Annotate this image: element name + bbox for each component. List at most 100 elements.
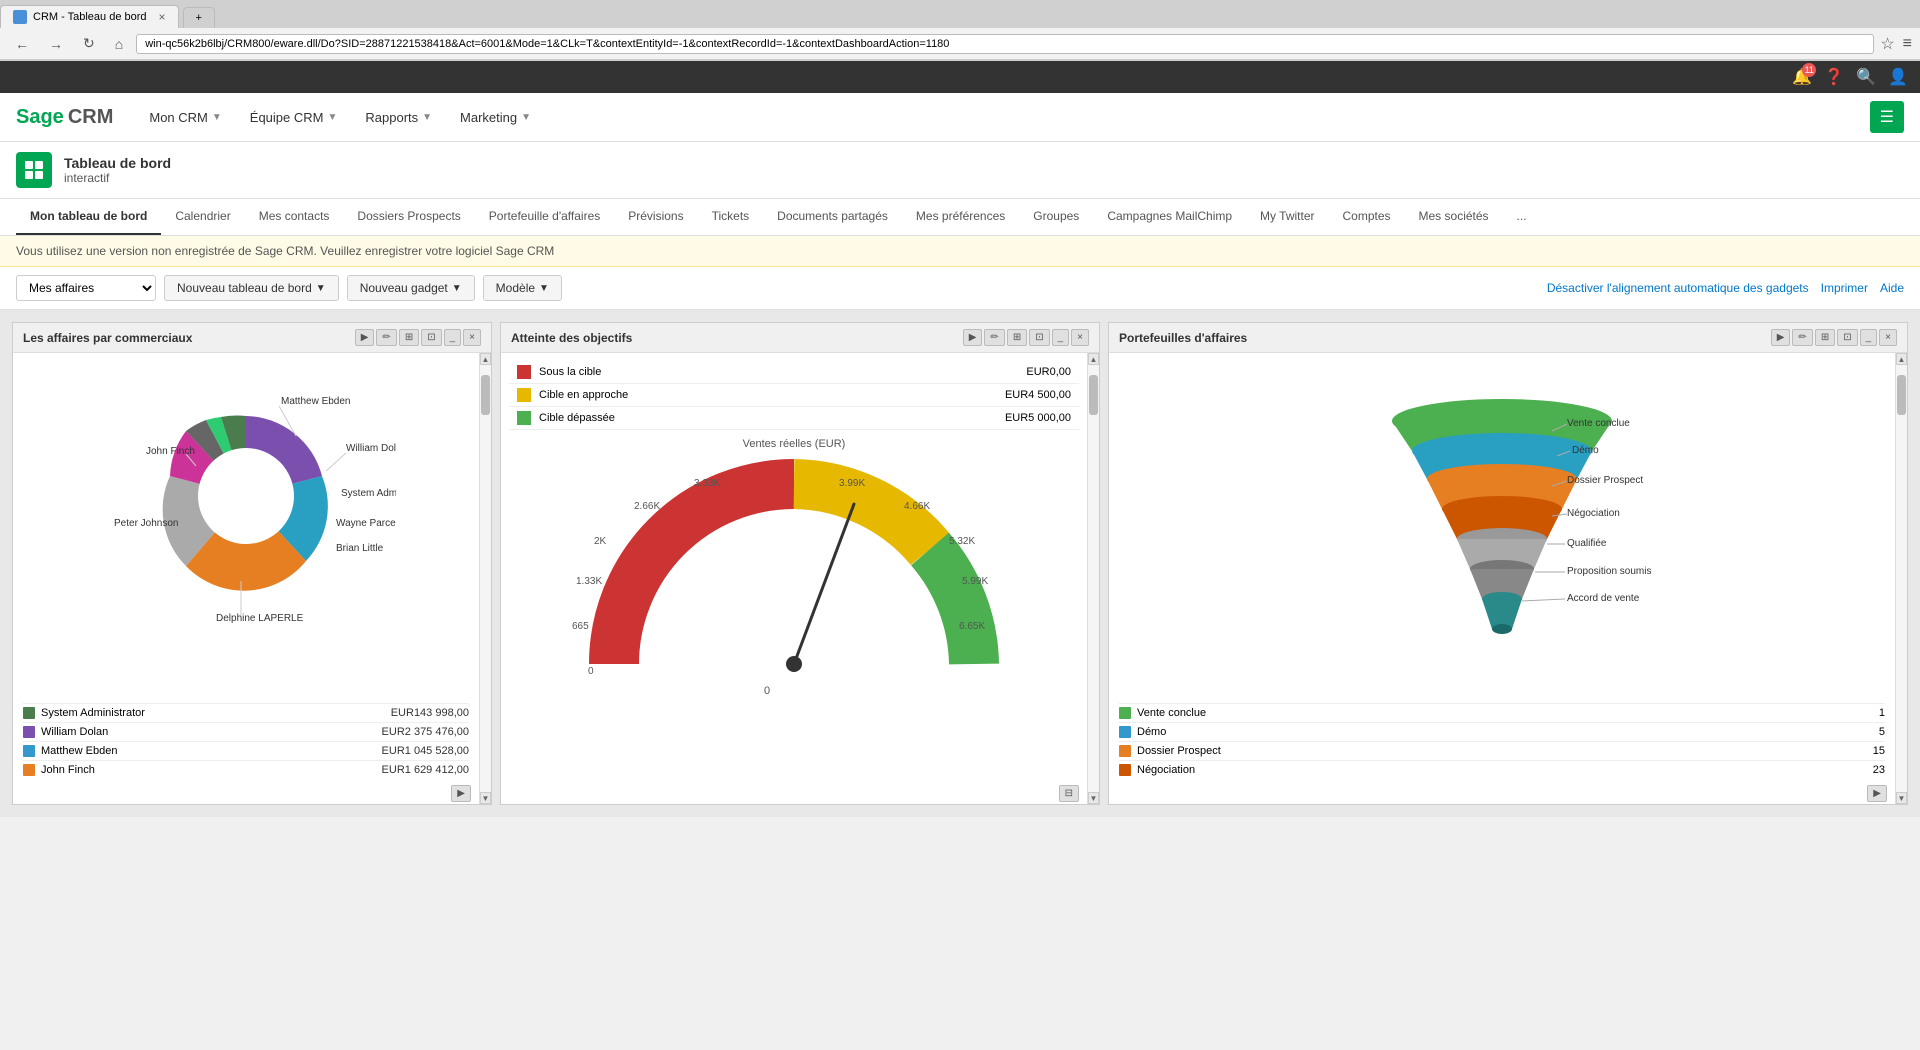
gauge-pivot: [786, 656, 802, 672]
funnel-label-accord: Accord de vente: [1567, 593, 1640, 604]
legend-item: William Dolan EUR2 375 476,00: [23, 722, 469, 741]
green-action-button[interactable]: ☰: [1870, 101, 1904, 133]
active-tab[interactable]: CRM - Tableau de bord ×: [0, 5, 179, 28]
nav-rapports[interactable]: Rapports ▼: [353, 104, 444, 131]
widget2-expand-btn[interactable]: ⊡: [1029, 329, 1049, 346]
widget1-scroll-up[interactable]: ▲: [480, 353, 491, 365]
widget2-grid-btn[interactable]: ⊞: [1007, 329, 1027, 346]
funnel-label-nego: Négociation: [1567, 508, 1620, 519]
widget3-play-btn[interactable]: ▶: [1771, 329, 1791, 346]
tab-item-1[interactable]: Calendrier: [161, 199, 244, 235]
widget3-minimize-btn[interactable]: _: [1860, 329, 1878, 346]
tab-close-btn[interactable]: ×: [159, 10, 166, 24]
user-icon[interactable]: 👤: [1888, 67, 1908, 87]
tab-item-3[interactable]: Dossiers Prospects: [343, 199, 474, 235]
notification-bell[interactable]: 🔔 11: [1792, 67, 1812, 87]
widget1-scroll-right[interactable]: ▶: [451, 785, 471, 802]
widget1-controls: ▶ ✏ ⊞ ⊡ _ ×: [355, 329, 481, 346]
tab-item-12[interactable]: Comptes: [1328, 199, 1404, 235]
tab-item-8[interactable]: Mes préférences: [902, 199, 1019, 235]
tab-bar: Mon tableau de bordCalendrierMes contact…: [0, 199, 1920, 236]
widget1-grid-btn[interactable]: ⊞: [399, 329, 419, 346]
back-button[interactable]: ←: [8, 33, 36, 55]
tick-466k: 4.66K: [904, 501, 930, 512]
url-input[interactable]: [136, 34, 1874, 54]
widget3-scroll-up[interactable]: ▲: [1896, 353, 1907, 365]
search-icon[interactable]: 🔍: [1856, 67, 1876, 87]
new-tab[interactable]: +: [183, 7, 215, 28]
tab-item-4[interactable]: Portefeuille d'affaires: [475, 199, 614, 235]
donut-chart-svg: Matthew Ebden John Finch William Dolan S…: [96, 361, 396, 641]
widget1-edit-btn[interactable]: ✏: [376, 329, 396, 346]
help-icon[interactable]: ❓: [1824, 67, 1844, 87]
page-title-bar: Tableau de bord interactif: [0, 142, 1920, 199]
tab-favicon: [13, 10, 27, 24]
widget1-scrollbar[interactable]: ▲ ▼: [479, 353, 491, 804]
widget1-close-btn[interactable]: ×: [463, 329, 481, 346]
crm-text: CRM: [68, 106, 114, 129]
gauge-legend-row: Sous la cible EUR0,00: [509, 361, 1079, 384]
widget1-minimize-btn[interactable]: _: [444, 329, 462, 346]
help-link[interactable]: Aide: [1880, 281, 1904, 295]
new-gadget-button[interactable]: Nouveau gadget ▼: [347, 275, 475, 301]
auto-align-link[interactable]: Désactiver l'alignement automatique des …: [1547, 281, 1809, 295]
widget2-scroll-thumb[interactable]: [1089, 375, 1098, 415]
home-button[interactable]: ⌂: [108, 33, 130, 55]
widget2-minimize-btn[interactable]: _: [1052, 329, 1070, 346]
widget2-play-btn[interactable]: ▶: [963, 329, 983, 346]
widget1-scroll-thumb[interactable]: [481, 375, 490, 415]
label-delphine: Delphine LAPERLE: [216, 613, 304, 624]
widget1-scroll-down[interactable]: ▼: [480, 792, 491, 804]
tab-item-2[interactable]: Mes contacts: [245, 199, 344, 235]
dashboard-select[interactable]: Mes affaires: [16, 275, 156, 301]
widget3-scroll-right[interactable]: ▶: [1867, 785, 1887, 802]
tab-item-6[interactable]: Tickets: [698, 199, 764, 235]
widget3-content-area: Vente conclue Démo Dossier Prospect Négo…: [1109, 353, 1907, 804]
widget3-scroll-down[interactable]: ▼: [1896, 792, 1907, 804]
widget3-scrollbar[interactable]: ▲ ▼: [1895, 353, 1907, 804]
tab-item-9[interactable]: Groupes: [1019, 199, 1093, 235]
widget2-edit-btn[interactable]: ✏: [984, 329, 1004, 346]
new-dashboard-button[interactable]: Nouveau tableau de bord ▼: [164, 275, 339, 301]
nav-marketing[interactable]: Marketing ▼: [448, 104, 543, 131]
widget3-title: Portefeuilles d'affaires: [1119, 331, 1247, 345]
tab-item-7[interactable]: Documents partagés: [763, 199, 902, 235]
tick-0: 0: [588, 666, 594, 677]
widget2-scroll-up[interactable]: ▲: [1088, 353, 1099, 365]
nav-arrow-3: ▼: [521, 112, 531, 123]
gauge-svg: 0 665 1.33K 2K 2.66K 3.33K 3.99K 4.66K 5…: [554, 454, 1034, 714]
widget1-play-btn[interactable]: ▶: [355, 329, 375, 346]
tab-item-13[interactable]: Mes sociétés: [1405, 199, 1503, 235]
widget2-scroll-down[interactable]: ▼: [1088, 792, 1099, 804]
forward-button[interactable]: →: [42, 33, 70, 55]
tab-item-14[interactable]: ...: [1503, 199, 1541, 235]
widget3-grid-btn[interactable]: ⊞: [1815, 329, 1835, 346]
funnel-svg: Vente conclue Démo Dossier Prospect Négo…: [1352, 361, 1652, 691]
browser-icons-group: ☆ ≡: [1880, 34, 1912, 54]
bookmark-icon[interactable]: ☆: [1880, 34, 1894, 54]
tab-item-11[interactable]: My Twitter: [1246, 199, 1328, 235]
widget2-expand-bottom[interactable]: ⊟: [1059, 785, 1079, 802]
widget3-scroll-thumb[interactable]: [1897, 375, 1906, 415]
tab-item-5[interactable]: Prévisions: [614, 199, 697, 235]
tick-333k: 3.33K: [694, 478, 720, 489]
print-link[interactable]: Imprimer: [1821, 281, 1868, 295]
widget2-close-btn[interactable]: ×: [1071, 329, 1089, 346]
page-icon: [16, 152, 52, 188]
nav-mon-crm[interactable]: Mon CRM ▼: [137, 104, 233, 131]
settings-icon[interactable]: ≡: [1903, 35, 1912, 53]
widget1-expand-btn[interactable]: ⊡: [421, 329, 441, 346]
tab-item-0[interactable]: Mon tableau de bord: [16, 199, 161, 235]
funnel-legend-item: Vente conclue 1: [1119, 703, 1885, 722]
header-right: ☰: [1870, 101, 1904, 133]
widget3-edit-btn[interactable]: ✏: [1792, 329, 1812, 346]
model-button[interactable]: Modèle ▼: [483, 275, 562, 301]
widget3-expand-btn[interactable]: ⊡: [1837, 329, 1857, 346]
refresh-button[interactable]: ↻: [76, 32, 102, 55]
tab-item-10[interactable]: Campagnes MailChimp: [1093, 199, 1246, 235]
widget3-close-btn[interactable]: ×: [1879, 329, 1897, 346]
donut-center: [198, 448, 294, 544]
widget2-scrollbar[interactable]: ▲ ▼: [1087, 353, 1099, 804]
tick-2k: 2K: [594, 536, 607, 547]
nav-equipe-crm[interactable]: Équipe CRM ▼: [238, 104, 350, 131]
